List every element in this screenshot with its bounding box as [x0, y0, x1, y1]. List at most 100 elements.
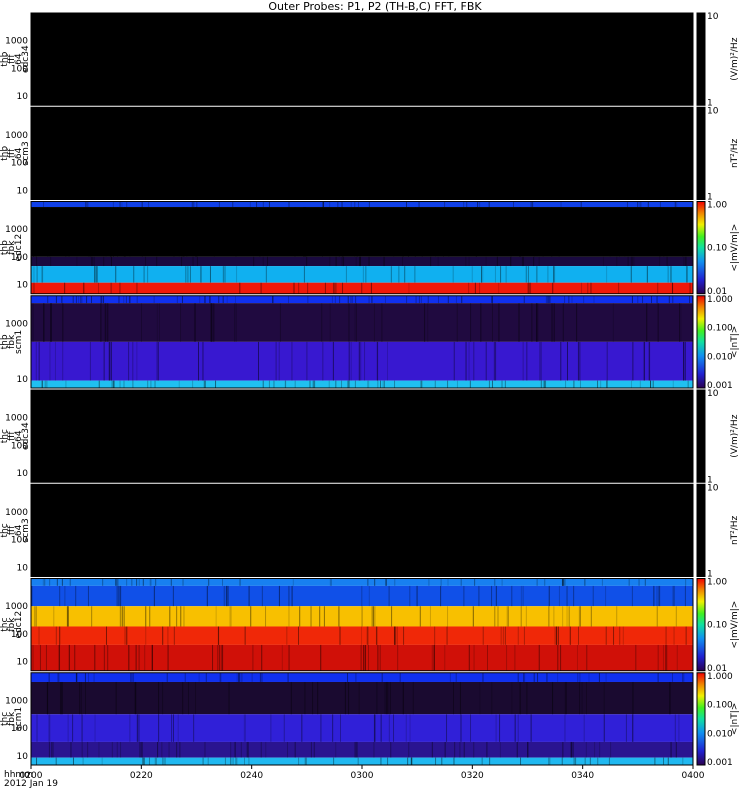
spectrogram-streak: [309, 380, 311, 388]
spectrogram-streak: [689, 295, 691, 304]
y-axis-label: scm3: [21, 518, 31, 542]
spectrogram-streak: [61, 681, 63, 715]
spectrogram-streak: [158, 303, 160, 342]
spectrogram-streak: [578, 606, 580, 627]
spectrogram-streak: [38, 626, 40, 645]
spectrogram-streak: [91, 606, 93, 627]
spectrogram-streak: [527, 741, 529, 758]
spectrogram-streak: [657, 644, 659, 671]
spectrogram-streak: [90, 207, 92, 257]
spectrogram-streak: [474, 578, 476, 586]
spectrogram-streak: [579, 380, 581, 388]
y-tick-label: 1000: [5, 131, 28, 141]
spectrogram-band: [31, 484, 693, 577]
spectrogram-streak: [499, 714, 501, 742]
spectrogram-streak: [381, 303, 383, 342]
spectrogram-streak: [577, 672, 579, 682]
spectrogram-band: [31, 644, 693, 671]
spectrogram-streak: [494, 266, 496, 283]
spectrogram-streak: [672, 585, 674, 607]
spectrogram-streak: [259, 207, 261, 257]
spectrogram-streak: [646, 266, 648, 283]
spectrogram-streak: [579, 341, 581, 381]
spectrogram-streak: [584, 578, 586, 586]
spectrogram-streak: [546, 672, 548, 682]
spectrogram-streak: [272, 295, 274, 304]
spectrogram-streak: [158, 681, 160, 715]
spectrogram-streak: [307, 295, 309, 304]
spectrogram-streak: [335, 282, 337, 294]
spectrogram-streak: [320, 714, 322, 742]
spectrogram-streak: [133, 672, 135, 682]
spectrogram-streak: [453, 341, 455, 381]
spectrogram-streak: [430, 256, 432, 267]
spectrogram-streak: [502, 626, 504, 645]
spectrogram-streak: [145, 606, 147, 627]
spectrogram-streak: [304, 757, 306, 765]
spectrogram-streak: [48, 741, 50, 758]
spectrogram-streak: [472, 606, 474, 627]
panel-thc-fbk-edc12: [30, 578, 706, 672]
spectrogram-streak: [32, 644, 34, 671]
spectrogram-streak: [576, 303, 578, 342]
colorbar-tick-label: 10: [707, 106, 719, 116]
colorbar-tick-label: 10: [707, 389, 719, 399]
spectrogram-streak: [466, 201, 468, 208]
spectrogram-streak: [324, 282, 326, 294]
spectrogram-streak: [353, 207, 355, 257]
spectrogram-streak: [656, 585, 658, 607]
spectrogram-streak: [389, 681, 391, 715]
spectrogram-streak: [103, 341, 105, 381]
spectrogram-streak: [465, 256, 467, 267]
spectrogram-streak: [193, 303, 195, 342]
spectrogram-streak: [337, 201, 339, 208]
spectrogram-streak: [156, 341, 158, 381]
spectrogram-streak: [474, 282, 476, 294]
spectrogram-streak: [480, 303, 482, 342]
colorbar-tick-label: 0.10: [707, 621, 727, 631]
spectrogram-streak: [429, 606, 431, 627]
x-tick-label: 0240: [240, 771, 263, 781]
spectrogram-streak: [354, 201, 356, 208]
spectrogram-streak: [350, 201, 352, 208]
spectrogram-streak: [213, 303, 215, 342]
spectrogram-streak: [144, 644, 146, 671]
spectrogram-streak: [198, 341, 200, 381]
spectrogram-streak: [176, 606, 178, 627]
spectrogram-streak: [33, 266, 35, 283]
spectrogram-streak: [43, 201, 45, 208]
spectrogram-streak: [154, 757, 156, 765]
spectrogram-streak: [192, 380, 194, 388]
spectrogram-streak: [67, 714, 69, 742]
spectrogram-streak: [522, 256, 524, 267]
spectrogram-streak: [578, 626, 580, 645]
spectrogram-streak: [659, 207, 661, 257]
spectrogram-streak: [355, 303, 357, 342]
spectrogram-streak: [523, 295, 525, 304]
spectrogram-streak: [94, 644, 96, 671]
spectrogram-streak: [358, 681, 360, 715]
spectrogram-streak: [539, 341, 541, 381]
spectrogram-streak: [631, 585, 633, 607]
spectrogram-streak: [110, 282, 112, 294]
spectrogram-streak: [510, 256, 512, 267]
spectrogram-streak: [676, 201, 678, 208]
spectrogram-streak: [261, 672, 263, 682]
spectrogram-streak: [602, 256, 604, 267]
spectrogram-streak: [335, 741, 337, 758]
spectrogram-streak: [265, 266, 267, 283]
spectrogram-streak: [663, 207, 665, 257]
spectrogram-streak: [145, 256, 147, 267]
spectrogram-streak: [624, 207, 626, 257]
spectrogram-streak: [306, 341, 308, 381]
spectrogram-streak: [416, 585, 418, 607]
spectrogram-streak: [434, 380, 436, 388]
spectrogram-streak: [482, 626, 484, 645]
spectrogram-streak: [626, 201, 628, 208]
spectrogram-streak: [568, 295, 570, 304]
spectrogram-band: [31, 380, 693, 388]
spectrogram-band: [31, 107, 693, 200]
spectrogram-streak: [420, 295, 422, 304]
spectrogram-streak: [468, 341, 470, 381]
spectrogram-streak: [102, 578, 104, 586]
